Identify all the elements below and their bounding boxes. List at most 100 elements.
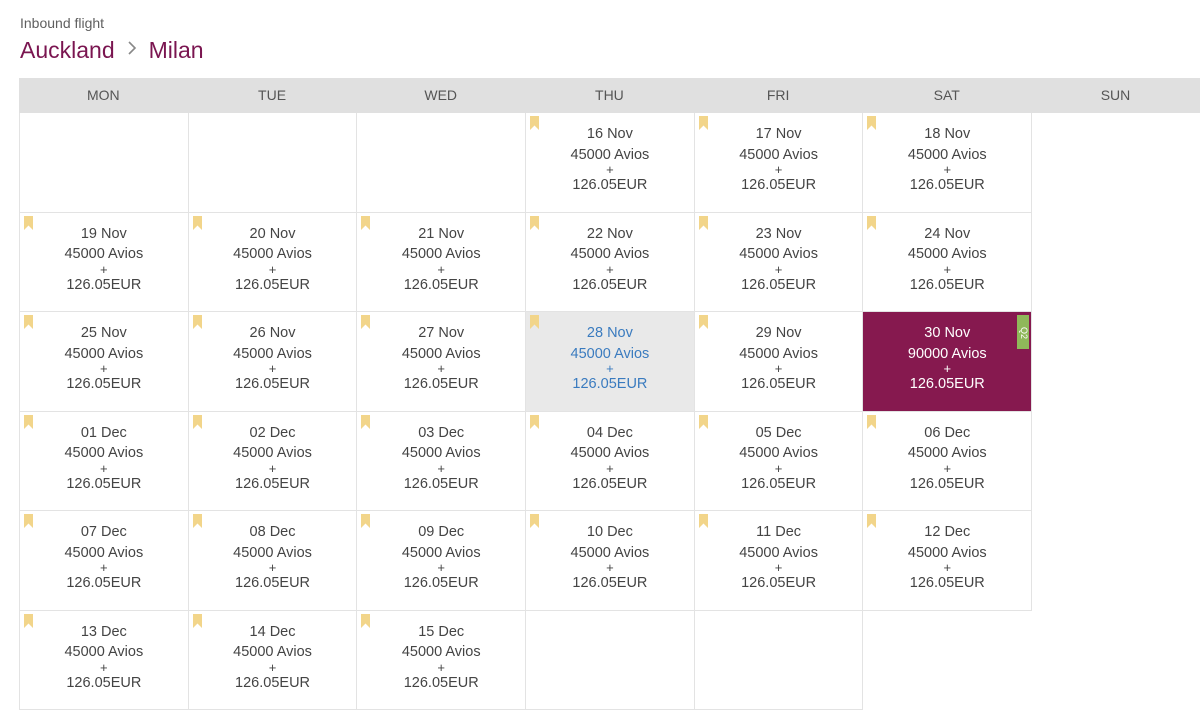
day-date: 09 Dec <box>357 522 525 543</box>
day-cell[interactable]: 05 Dec45000 Avios+126.05EUR <box>695 412 864 512</box>
day-cell[interactable]: 03 Dec45000 Avios+126.05EUR <box>357 412 526 512</box>
day-cell[interactable]: 29 Nov45000 Avios+126.05EUR <box>695 312 864 412</box>
eur-price: 126.05EUR <box>357 374 525 394</box>
fare-info: 26 Nov45000 Avios+126.05EUR <box>189 323 357 394</box>
plus-sign: + <box>189 464 357 474</box>
day-cell[interactable]: 02 Dec45000 Avios+126.05EUR <box>189 412 358 512</box>
eur-price: 126.05EUR <box>357 573 525 593</box>
plus-sign: + <box>863 464 1031 474</box>
plus-sign: + <box>357 563 525 573</box>
empty-day-cell <box>20 113 189 213</box>
eur-price: 126.05EUR <box>863 175 1031 195</box>
fare-info: 15 Dec45000 Avios+126.05EUR <box>357 622 525 693</box>
calendar-grid: 16 Nov45000 Avios+126.05EUR17 Nov45000 A… <box>19 113 1200 710</box>
fare-info: 11 Dec45000 Avios+126.05EUR <box>695 522 863 593</box>
day-cell[interactable]: 30 Nov90000 Avios+126.05EURQ2 <box>863 312 1032 412</box>
fare-info: 01 Dec45000 Avios+126.05EUR <box>20 423 188 494</box>
empty-day-cell <box>695 611 864 710</box>
eur-price: 126.05EUR <box>357 275 525 295</box>
plus-sign: + <box>526 364 694 374</box>
day-date: 06 Dec <box>863 423 1031 444</box>
inbound-flight-label: Inbound flight <box>20 14 204 32</box>
day-cell[interactable]: 27 Nov45000 Avios+126.05EUR <box>357 312 526 412</box>
fare-info: 04 Dec45000 Avios+126.05EUR <box>526 423 694 494</box>
day-cell[interactable]: 16 Nov45000 Avios+126.05EUR <box>526 113 695 213</box>
day-date: 26 Nov <box>189 323 357 344</box>
day-date: 01 Dec <box>20 423 188 444</box>
fare-info: 08 Dec45000 Avios+126.05EUR <box>189 522 357 593</box>
fare-info: 05 Dec45000 Avios+126.05EUR <box>695 423 863 494</box>
plus-sign: + <box>695 165 863 175</box>
day-cell[interactable]: 12 Dec45000 Avios+126.05EUR <box>863 511 1032 611</box>
eur-price: 126.05EUR <box>20 673 188 693</box>
day-date: 20 Nov <box>189 224 357 245</box>
day-cell[interactable]: 21 Nov45000 Avios+126.05EUR <box>357 213 526 313</box>
eur-price: 126.05EUR <box>526 573 694 593</box>
plus-sign: + <box>357 265 525 275</box>
flight-header: Inbound flight Auckland Milan <box>20 14 204 65</box>
destination-city: Milan <box>149 35 204 65</box>
day-cell[interactable]: 20 Nov45000 Avios+126.05EUR <box>189 213 358 313</box>
day-cell[interactable]: 19 Nov45000 Avios+126.05EUR <box>20 213 189 313</box>
eur-price: 126.05EUR <box>357 474 525 494</box>
day-cell[interactable]: 25 Nov45000 Avios+126.05EUR <box>20 312 189 412</box>
day-cell[interactable]: 18 Nov45000 Avios+126.05EUR <box>863 113 1032 213</box>
day-date: 24 Nov <box>863 224 1031 245</box>
plus-sign: + <box>863 563 1031 573</box>
day-cell[interactable]: 15 Dec45000 Avios+126.05EUR <box>357 611 526 710</box>
day-date: 30 Nov <box>863 323 1031 344</box>
eur-price: 126.05EUR <box>695 275 863 295</box>
day-cell[interactable]: 08 Dec45000 Avios+126.05EUR <box>189 511 358 611</box>
day-date: 28 Nov <box>526 323 694 344</box>
day-cell[interactable]: 04 Dec45000 Avios+126.05EUR <box>526 412 695 512</box>
weekday-sat: SAT <box>862 78 1031 113</box>
day-cell[interactable]: 06 Dec45000 Avios+126.05EUR <box>863 412 1032 512</box>
eur-price: 126.05EUR <box>863 275 1031 295</box>
plus-sign: + <box>695 563 863 573</box>
eur-price: 126.05EUR <box>189 374 357 394</box>
plus-sign: + <box>20 464 188 474</box>
day-cell[interactable]: 24 Nov45000 Avios+126.05EUR <box>863 213 1032 313</box>
fare-info: 12 Dec45000 Avios+126.05EUR <box>863 522 1031 593</box>
plus-sign: + <box>863 265 1031 275</box>
fare-info: 02 Dec45000 Avios+126.05EUR <box>189 423 357 494</box>
day-date: 08 Dec <box>189 522 357 543</box>
day-cell[interactable]: 11 Dec45000 Avios+126.05EUR <box>695 511 864 611</box>
day-cell[interactable]: 14 Dec45000 Avios+126.05EUR <box>189 611 358 710</box>
day-date: 16 Nov <box>526 124 694 145</box>
day-cell[interactable]: 10 Dec45000 Avios+126.05EUR <box>526 511 695 611</box>
eur-price: 126.05EUR <box>526 275 694 295</box>
day-cell[interactable]: 13 Dec45000 Avios+126.05EUR <box>20 611 189 710</box>
day-cell[interactable]: 28 Nov45000 Avios+126.05EUR <box>526 312 695 412</box>
fare-info: 10 Dec45000 Avios+126.05EUR <box>526 522 694 593</box>
day-cell[interactable]: 26 Nov45000 Avios+126.05EUR <box>189 312 358 412</box>
eur-price: 126.05EUR <box>863 374 1031 394</box>
day-cell[interactable]: 07 Dec45000 Avios+126.05EUR <box>20 511 189 611</box>
day-cell[interactable]: 17 Nov45000 Avios+126.05EUR <box>695 113 864 213</box>
day-date: 27 Nov <box>357 323 525 344</box>
route-title: Auckland Milan <box>20 35 204 65</box>
eur-price: 126.05EUR <box>189 673 357 693</box>
day-date: 23 Nov <box>695 224 863 245</box>
fare-info: 20 Nov45000 Avios+126.05EUR <box>189 224 357 295</box>
fare-info: 21 Nov45000 Avios+126.05EUR <box>357 224 525 295</box>
plus-sign: + <box>695 364 863 374</box>
plus-sign: + <box>189 265 357 275</box>
day-cell[interactable]: 01 Dec45000 Avios+126.05EUR <box>20 412 189 512</box>
day-cell[interactable]: 22 Nov45000 Avios+126.05EUR <box>526 213 695 313</box>
fare-info: 30 Nov90000 Avios+126.05EUR <box>863 323 1031 394</box>
fare-info: 18 Nov45000 Avios+126.05EUR <box>863 124 1031 195</box>
day-date: 25 Nov <box>20 323 188 344</box>
day-date: 12 Dec <box>863 522 1031 543</box>
fare-info: 13 Dec45000 Avios+126.05EUR <box>20 622 188 693</box>
eur-price: 126.05EUR <box>20 474 188 494</box>
plus-sign: + <box>863 165 1031 175</box>
eur-price: 126.05EUR <box>863 573 1031 593</box>
day-date: 15 Dec <box>357 622 525 643</box>
plus-sign: + <box>357 663 525 673</box>
fare-info: 29 Nov45000 Avios+126.05EUR <box>695 323 863 394</box>
day-cell[interactable]: 09 Dec45000 Avios+126.05EUR <box>357 511 526 611</box>
weekday-mon: MON <box>19 78 188 113</box>
plus-sign: + <box>20 265 188 275</box>
day-cell[interactable]: 23 Nov45000 Avios+126.05EUR <box>695 213 864 313</box>
